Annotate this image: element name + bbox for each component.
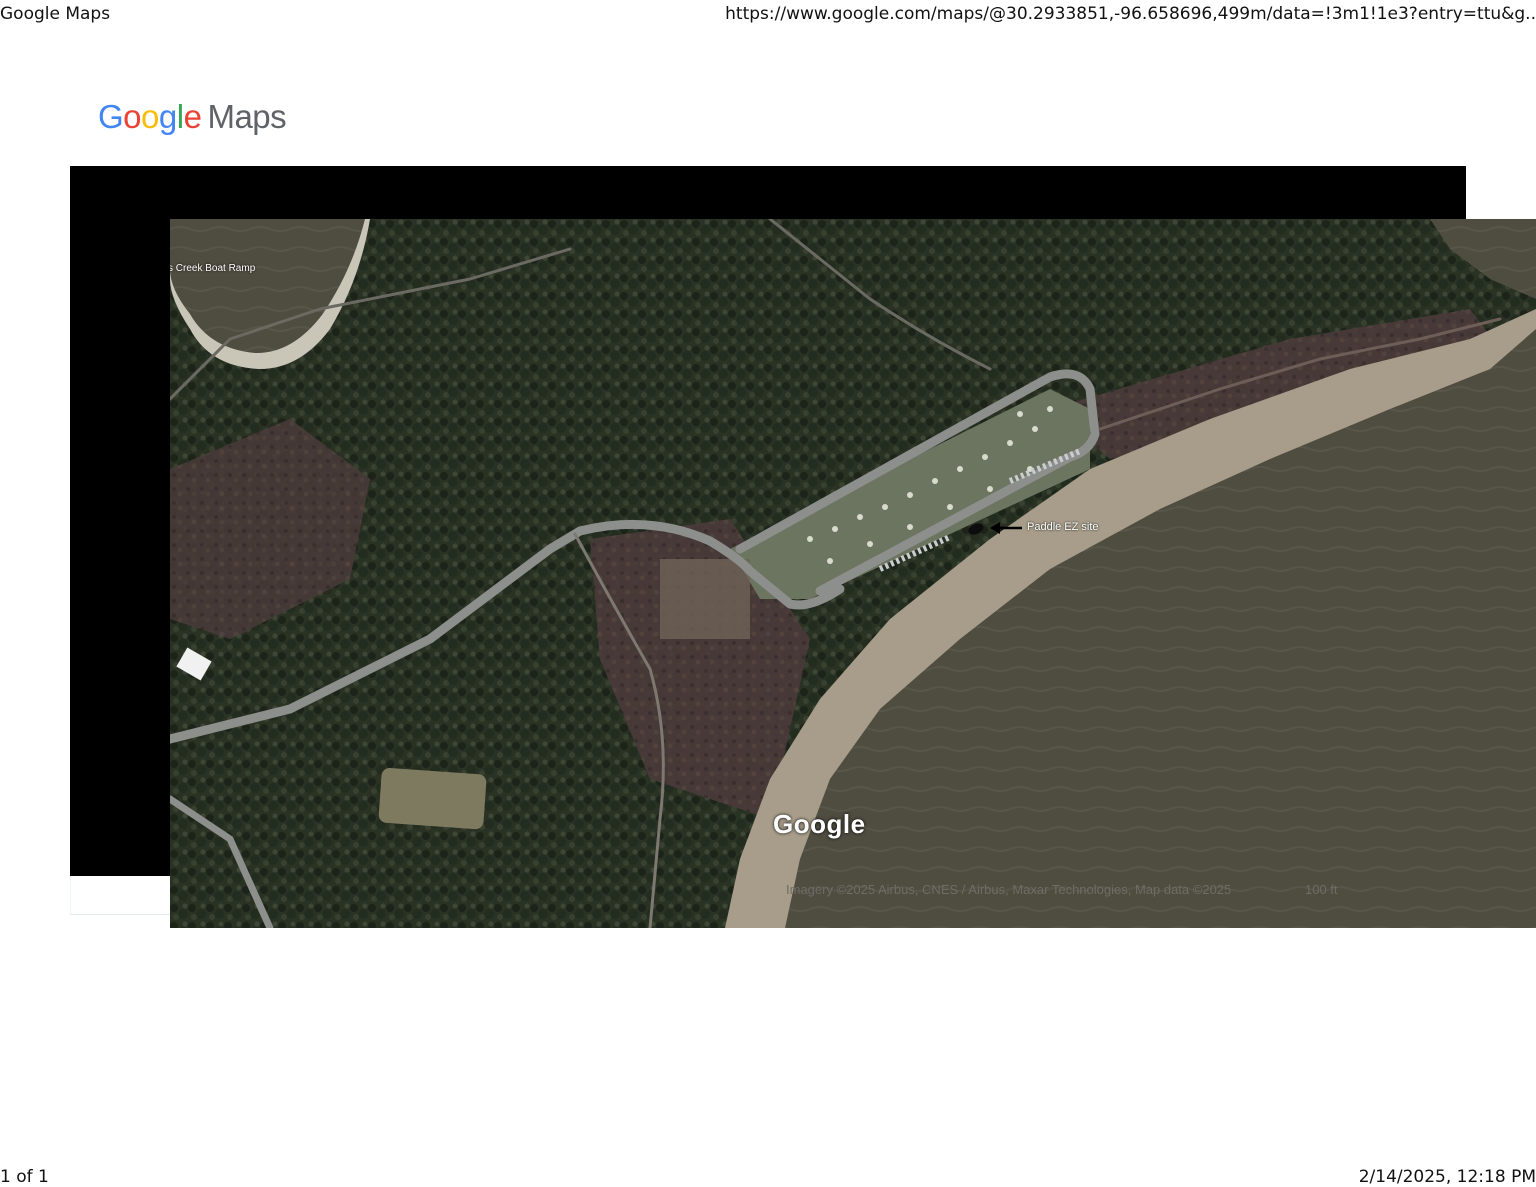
print-footer-page: 1 of 1 — [0, 1167, 49, 1187]
clearing-mid — [660, 559, 750, 639]
logo-letter-o1: o — [123, 98, 142, 135]
map-frame-strip — [70, 876, 171, 915]
map-place-label[interactable]: s Creek Boat Ramp — [170, 263, 255, 274]
google-watermark: Google — [773, 809, 866, 839]
print-footer-datetime: 2/14/2025, 12:18 PM — [1358, 1167, 1536, 1187]
map-annotation-label: Paddle EZ site — [1027, 521, 1099, 533]
map-scale[interactable]: 100 ft — [1305, 882, 1338, 897]
logo-maps-word: Maps — [207, 98, 287, 135]
logo-letter-g2: g — [158, 98, 177, 135]
print-header-url: https://www.google.com/maps/@30.2933851,… — [725, 4, 1536, 24]
logo-letter-e: e — [183, 98, 202, 135]
map-attribution[interactable]: Imagery ©2025 Airbus, CNES / Airbus, Max… — [786, 882, 1231, 897]
logo-letter-o2: o — [141, 98, 159, 135]
logo-letter-l: l — [176, 98, 184, 135]
satellite-map[interactable]: s Creek Boat Ramp Paddle EZ site Google … — [170, 219, 1536, 928]
google-maps-logo: Google Maps — [98, 98, 287, 136]
clearing-south — [378, 767, 487, 830]
print-header-title: Google Maps — [0, 4, 111, 24]
logo-letter-g1: G — [98, 98, 124, 135]
